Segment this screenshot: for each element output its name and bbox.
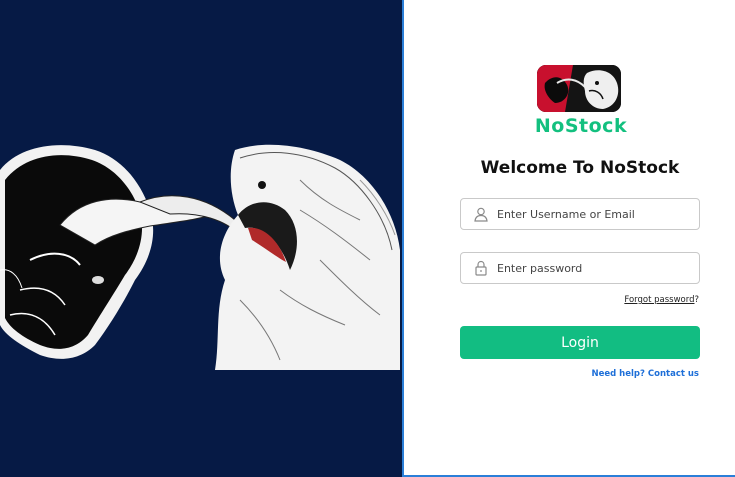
login-button[interactable]: Login <box>460 326 700 359</box>
forgot-password-suffix: ? <box>694 295 699 305</box>
login-panel: NoStock Welcome To NoStock Forgot passwo… <box>404 0 735 475</box>
username-field[interactable] <box>460 198 700 230</box>
forgot-password: Forgot password? <box>624 295 699 305</box>
bear-figure <box>215 144 400 370</box>
help-row: Need help? Contact us <box>591 369 699 379</box>
bull-figure <box>0 145 246 359</box>
brand-name: NoStock <box>534 115 628 137</box>
page-title: Welcome To NoStock <box>480 158 680 178</box>
hero-panel <box>0 0 402 477</box>
password-field[interactable] <box>460 252 700 284</box>
username-input[interactable] <box>497 207 687 221</box>
brand-logo <box>537 65 621 112</box>
help-prefix: Need help? <box>591 369 645 379</box>
forgot-password-link[interactable]: Forgot password <box>624 295 694 305</box>
bull-bear-illustration <box>0 144 400 370</box>
user-icon <box>471 204 491 224</box>
contact-us-link[interactable]: Contact us <box>648 369 699 379</box>
password-input[interactable] <box>497 261 687 275</box>
lock-icon <box>471 258 491 278</box>
